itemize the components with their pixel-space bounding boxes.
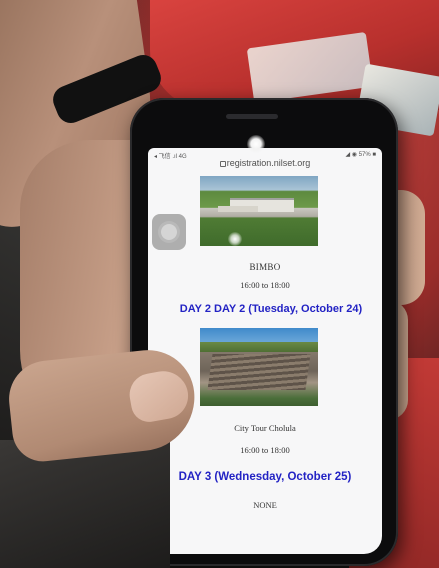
url-text: registration.nilset.org	[226, 158, 311, 168]
browser-address-bar[interactable]: registration.nilset.org	[148, 158, 382, 172]
event-time-2: 16:00 to 18:00	[240, 445, 290, 455]
event-time-1: 16:00 to 18:00	[240, 280, 290, 290]
phone-screen: ◂ 飞信 .ıl 4G ◢ ◉ 57% ■ registration.nilse…	[148, 148, 382, 554]
event-image-cholula	[200, 328, 318, 406]
assistive-touch-icon	[161, 224, 177, 240]
day-2-heading: DAY 2 DAY 2 (Tuesday, October 24)	[179, 303, 363, 315]
photo-scene: ◂ 飞信 .ıl 4G ◢ ◉ 57% ■ registration.nilse…	[0, 0, 439, 568]
factory-annex	[218, 206, 258, 212]
pyramid-grass	[200, 342, 318, 352]
status-indicators: ◢ ◉ 57% ■	[345, 152, 376, 158]
day-3-event: NONE	[253, 500, 277, 510]
pyramid-steps	[207, 354, 311, 390]
light-reflection-top	[247, 135, 265, 153]
day-3-heading: DAY 3 (Wednesday, October 25)	[178, 471, 352, 483]
event-name-1: BIMBO	[249, 262, 281, 272]
assistive-touch-button[interactable]	[152, 214, 186, 250]
dark-sleeve	[0, 440, 170, 568]
event-image-bimbo	[200, 176, 318, 246]
light-reflection-middle	[228, 232, 242, 246]
phone-speaker	[226, 114, 278, 119]
lock-icon	[219, 160, 226, 167]
